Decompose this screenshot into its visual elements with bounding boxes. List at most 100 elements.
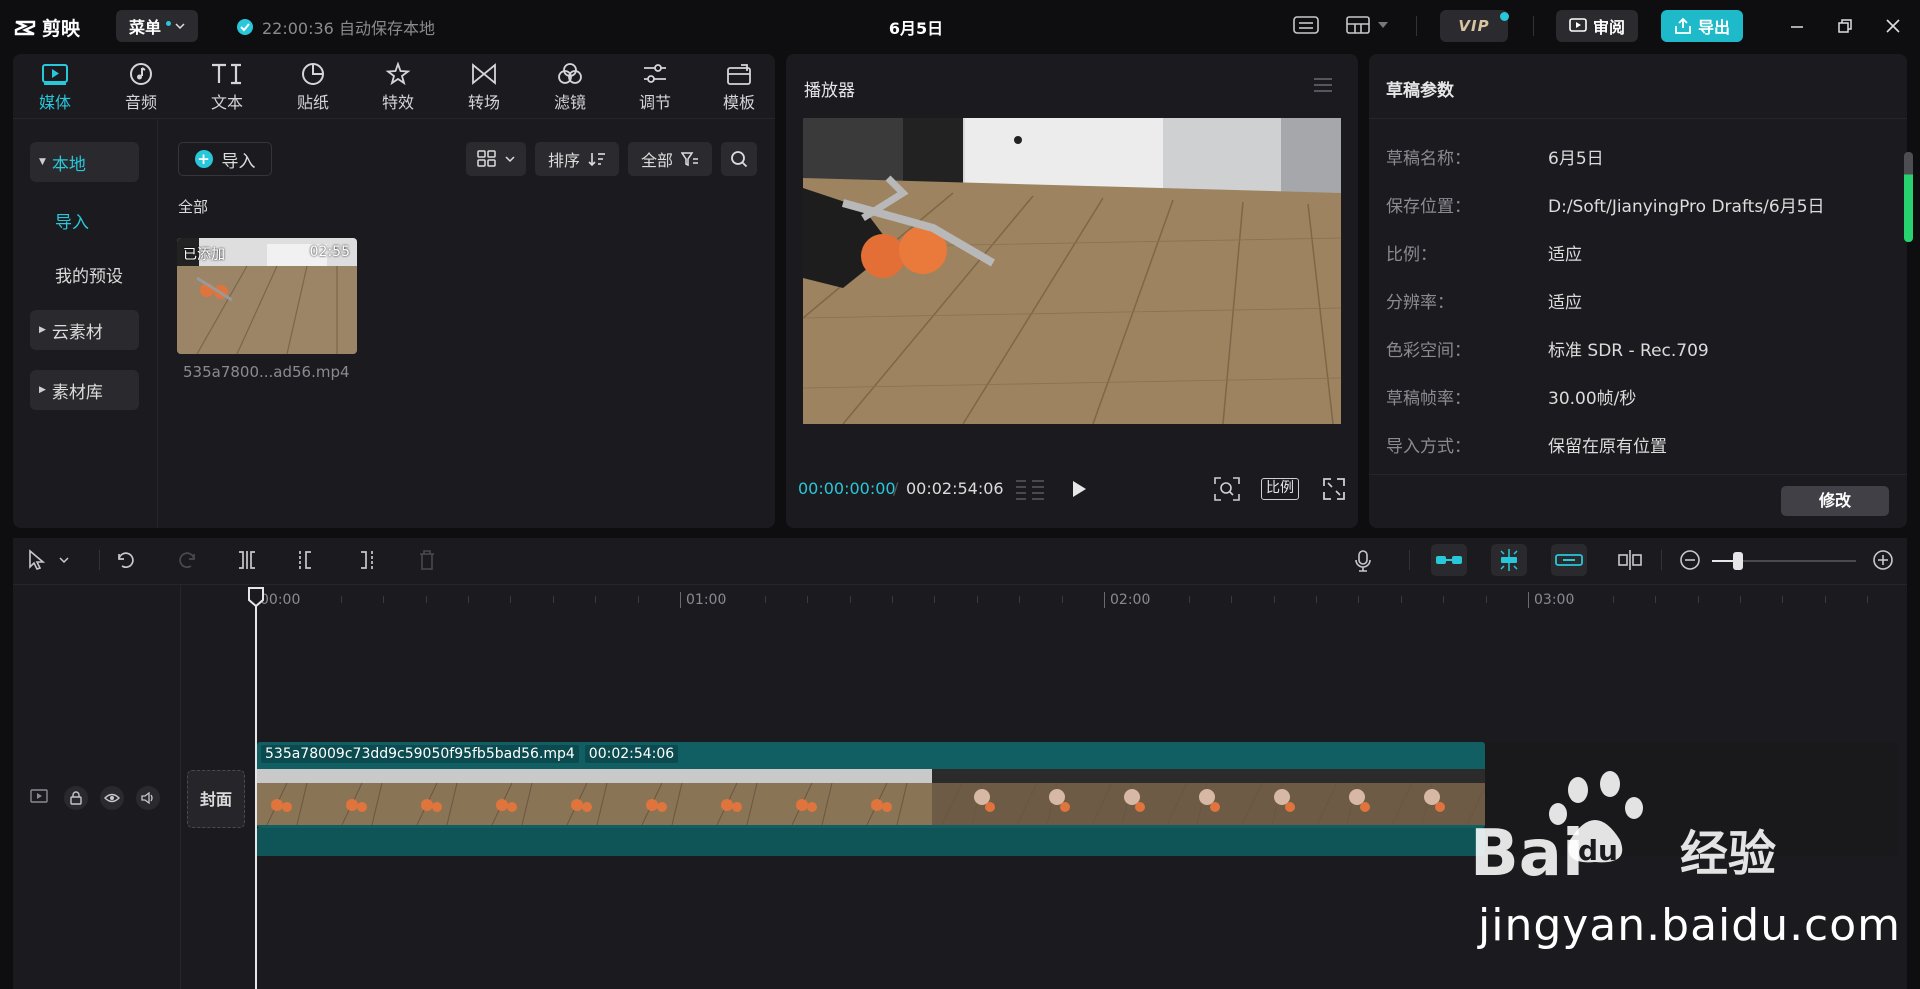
zoom-slider-handle[interactable]: [1733, 552, 1743, 570]
view-mode-dropdown[interactable]: [466, 142, 526, 176]
ruler-tick: [934, 596, 935, 603]
tab-filter[interactable]: 滤镜: [527, 62, 613, 114]
zoom-out-icon[interactable]: [1679, 549, 1701, 571]
zoom-in-icon[interactable]: [1872, 549, 1894, 571]
microphone-icon[interactable]: [1352, 549, 1374, 573]
import-button[interactable]: + 导入: [178, 142, 272, 176]
zoom-preview-icon[interactable]: [1214, 477, 1240, 501]
sidebar-item-cloud[interactable]: ▶ 云素材: [30, 310, 139, 350]
field-key: 草稿名称：: [1386, 149, 1471, 169]
clip-frame: [1007, 769, 1082, 825]
added-badge: 已添加: [183, 247, 225, 263]
ruler-tick: [1655, 596, 1656, 603]
review-button[interactable]: 审阅: [1556, 10, 1638, 42]
speaker-icon[interactable]: [136, 786, 160, 810]
media-thumbnail[interactable]: 已添加 02:55: [177, 238, 357, 354]
expand-triangle-icon: ▼: [39, 157, 46, 167]
modify-button[interactable]: 修改: [1781, 486, 1889, 516]
fullscreen-icon[interactable]: [1323, 478, 1345, 500]
playhead-line[interactable]: [255, 594, 257, 989]
tab-effects[interactable]: 特效: [355, 62, 441, 114]
tab-transition[interactable]: 转场: [441, 62, 527, 114]
video-clip[interactable]: 535a78009c73dd9c59050f95fb5bad56.mp4 00:…: [257, 742, 1485, 828]
menu-button[interactable]: 菜单: [116, 10, 198, 42]
magnet-link-icon: [1436, 556, 1462, 564]
eye-icon[interactable]: [100, 786, 124, 810]
player-title: 播放器: [804, 81, 855, 101]
tab-audio[interactable]: 音频: [98, 62, 184, 114]
field-key: 色彩空间：: [1386, 341, 1471, 361]
sidebar-item-library[interactable]: ▶ 素材库: [30, 370, 139, 410]
ruler-tick: [1528, 592, 1529, 608]
redo-icon[interactable]: [176, 549, 198, 571]
ruler-tick: [341, 596, 342, 603]
media-icon: [42, 64, 68, 85]
field-value: 保留在原有位置: [1548, 437, 1667, 457]
export-icon: [1675, 17, 1691, 34]
linkage-toggle[interactable]: [1551, 544, 1587, 576]
ruler-tick: [1443, 596, 1444, 603]
menu-lines-icon[interactable]: [1313, 77, 1333, 93]
search-button[interactable]: [721, 142, 757, 176]
playhead-handle[interactable]: [247, 586, 265, 608]
autosave-text: 22:00:36 自动保存本地: [262, 19, 435, 38]
clip-frame: [1232, 769, 1307, 825]
template-icon: [727, 64, 751, 85]
minimize-icon[interactable]: [1788, 17, 1806, 35]
sidebar-item-local[interactable]: ▼ 本地: [30, 142, 139, 182]
export-button[interactable]: 导出: [1661, 10, 1743, 42]
trim-right-icon[interactable]: [355, 549, 377, 571]
cover-button[interactable]: 封面: [187, 770, 245, 828]
import-label: 导入: [221, 151, 256, 172]
lock-icon[interactable]: [64, 786, 88, 810]
clip-frame: [932, 769, 1007, 825]
auto-snap-toggle[interactable]: [1491, 544, 1527, 576]
sidebar-item-label: 我的预设: [55, 266, 123, 287]
sidebar-item-import[interactable]: 导入: [30, 200, 139, 240]
clip-frame: [857, 769, 932, 825]
delete-icon[interactable]: [416, 549, 438, 571]
tab-template[interactable]: 模板: [696, 62, 782, 114]
preview-axis-icon[interactable]: [1617, 549, 1643, 571]
divider: [1416, 16, 1417, 36]
trim-left-icon[interactable]: [295, 549, 317, 571]
clip-label: 535a78009c73dd9c59050f95fb5bad56.mp4 00:…: [261, 745, 679, 763]
play-icon[interactable]: [1069, 478, 1089, 500]
tab-sticker[interactable]: 贴纸: [270, 62, 356, 114]
sort-button[interactable]: 排序: [535, 142, 619, 176]
capcut-logo-icon: [14, 20, 36, 35]
ruler-tick: [1698, 596, 1699, 603]
ruler-tick: [1274, 596, 1275, 603]
select-tool-dropdown[interactable]: [27, 549, 69, 571]
scrollbar[interactable]: [1904, 152, 1913, 242]
main-track-magnet-toggle[interactable]: [1431, 544, 1467, 576]
shortcut-keyboard-icon[interactable]: [1293, 14, 1319, 36]
clip-frame: [632, 769, 707, 825]
vip-button[interactable]: VIP: [1440, 10, 1509, 42]
undo-icon[interactable]: [115, 549, 137, 571]
tab-text[interactable]: 文本: [184, 62, 270, 114]
timecode-grid-icon[interactable]: [1014, 478, 1046, 500]
filter-button[interactable]: 全部: [628, 142, 712, 176]
ruler-tick: [1486, 596, 1487, 603]
menu-notification-dot: [166, 20, 171, 26]
close-icon[interactable]: [1884, 17, 1902, 35]
ruler-tick: [638, 596, 639, 603]
ruler-tick: [595, 596, 596, 603]
tab-adjust[interactable]: 调节: [612, 62, 698, 114]
audio-waveform: [257, 828, 1485, 856]
clip-frame: [1382, 769, 1457, 825]
track-video-icon[interactable]: [30, 788, 48, 804]
clip-frame: [332, 769, 407, 825]
ruler-tick: [1316, 596, 1317, 603]
layout-switch-button[interactable]: [1346, 14, 1388, 36]
restore-icon[interactable]: [1836, 17, 1854, 35]
ratio-button[interactable]: 比例: [1261, 478, 1299, 500]
zoom-slider-track[interactable]: [1724, 560, 1856, 562]
ruler-tick: [765, 596, 766, 603]
video-preview[interactable]: [803, 118, 1341, 424]
tab-media[interactable]: 媒体: [12, 62, 98, 114]
sidebar-item-presets[interactable]: 我的预设: [30, 254, 139, 294]
split-icon[interactable]: [236, 549, 258, 571]
ruler-tick: [1740, 596, 1741, 603]
